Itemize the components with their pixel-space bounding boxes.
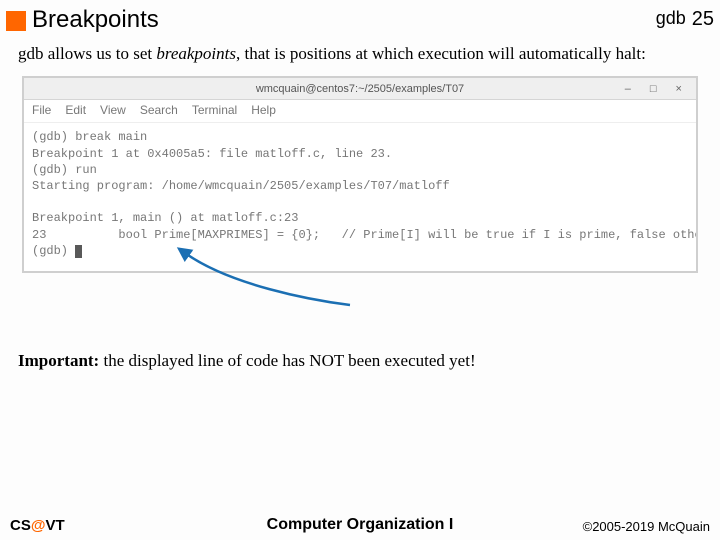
important-label: Important:: [18, 351, 99, 370]
intro-italic: breakpoints: [156, 44, 236, 63]
topic-label: gdb: [656, 8, 686, 29]
page-number: 25: [692, 8, 714, 31]
important-note: Important: the displayed line of code ha…: [0, 351, 720, 371]
terminal-titlebar: wmcquain@centos7:~/2505/examples/T07 – □…: [24, 78, 696, 100]
menu-view: View: [100, 103, 126, 117]
term-line-6: 23 bool Prime[MAXPRIMES] = {0}; // Prime…: [32, 228, 696, 242]
important-text: the displayed line of code has NOT been …: [99, 351, 475, 370]
intro-text: gdb allows us to set breakpoints, that i…: [0, 44, 720, 64]
term-line-7: (gdb): [32, 244, 75, 258]
term-line-0: (gdb) break main: [32, 130, 147, 144]
slide-header: Breakpoints gdb 25: [0, 0, 720, 44]
slide-title: Breakpoints: [32, 6, 159, 34]
slide-footer: CS@VT Computer Organization I ©2005-2019…: [0, 517, 720, 534]
footer-copyright: ©2005-2019 McQuain: [583, 519, 710, 534]
header-left: Breakpoints: [6, 6, 159, 34]
menu-file: File: [32, 103, 51, 117]
footer-left: CS@VT: [10, 517, 65, 534]
intro-post: , that is positions at which execution w…: [236, 44, 646, 63]
term-line-2: (gdb) run: [32, 163, 97, 177]
menu-help: Help: [251, 103, 276, 117]
terminal-window: wmcquain@centos7:~/2505/examples/T07 – □…: [22, 76, 698, 273]
menu-edit: Edit: [65, 103, 86, 117]
terminal-window-controls: – □ ×: [625, 83, 690, 95]
menu-search: Search: [140, 103, 178, 117]
terminal-title: wmcquain@centos7:~/2505/examples/T07: [256, 83, 464, 95]
footer-center: Computer Organization I: [267, 516, 454, 534]
terminal-menubar: File Edit View Search Terminal Help: [24, 100, 696, 123]
terminal-body: (gdb) break main Breakpoint 1 at 0x4005a…: [24, 123, 696, 271]
terminal-cursor: [75, 245, 82, 258]
term-line-1: Breakpoint 1 at 0x4005a5: file matloff.c…: [32, 147, 392, 161]
footer-at: @: [31, 517, 46, 534]
footer-cs: CS: [10, 517, 31, 534]
header-right: gdb 25: [656, 6, 714, 31]
intro-pre: gdb allows us to set: [18, 44, 156, 63]
footer-vt: VT: [45, 517, 64, 534]
term-line-5: Breakpoint 1, main () at matloff.c:23: [32, 211, 298, 225]
term-line-3: Starting program: /home/wmcquain/2505/ex…: [32, 179, 450, 193]
menu-terminal: Terminal: [192, 103, 237, 117]
accent-square: [6, 11, 26, 31]
